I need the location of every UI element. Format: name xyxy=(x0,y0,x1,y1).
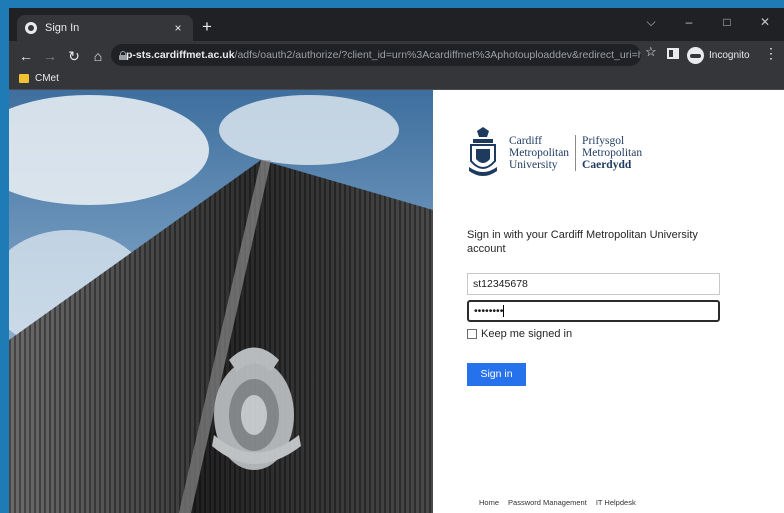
side-panel-icon[interactable] xyxy=(667,48,679,59)
logo-line: University xyxy=(509,159,558,171)
bookmark-label: CMet xyxy=(35,73,59,84)
bookmark-folder-cmet[interactable]: CMet xyxy=(19,73,59,84)
reload-icon[interactable]: ↻ xyxy=(63,45,85,67)
forward-arrow-icon[interactable]: → xyxy=(39,45,61,67)
globe-icon xyxy=(25,22,37,34)
tab-title: Sign In xyxy=(45,22,80,34)
browser-window: Sign In × + ⌵ – □ ✕ ← → ↻ ⌂ p-sts.cardif… xyxy=(9,8,784,513)
password-mask: •••••••• xyxy=(474,305,504,317)
bookmark-star-icon[interactable]: ☆ xyxy=(645,44,657,60)
url-host: p-sts.cardiffmet.ac.uk xyxy=(126,49,235,61)
footer-links: Home Password Management IT Helpdesk xyxy=(479,498,645,507)
logo-line: Metropolitan xyxy=(582,147,643,159)
logo-english: Cardiff Metropolitan University xyxy=(509,135,577,171)
keep-signed-in[interactable]: Keep me signed in xyxy=(467,328,572,340)
university-logo: Cardiff Metropolitan University Prifysgo… xyxy=(467,124,649,182)
checkbox-icon[interactable] xyxy=(467,329,477,339)
sign-in-panel: Cardiff Metropolitan University Prifysgo… xyxy=(433,90,784,513)
tab-strip: Sign In × + ⌵ – □ ✕ xyxy=(9,8,784,41)
page-content: Cardiff Metropolitan University Prifysgo… xyxy=(9,90,784,513)
logo-welsh: Prifysgol Metropolitan Caerdydd xyxy=(576,135,642,171)
minimize-button[interactable]: – xyxy=(670,8,708,38)
tab-sign-in[interactable]: Sign In × xyxy=(17,15,193,41)
building-photo xyxy=(9,90,433,513)
window-controls: ⌵ – □ ✕ xyxy=(632,8,784,38)
incognito-icon xyxy=(687,46,704,64)
sign-in-button[interactable]: Sign in xyxy=(467,363,526,386)
tab-close-icon[interactable]: × xyxy=(171,21,185,35)
university-crest-icon xyxy=(469,127,497,176)
maximize-button[interactable]: □ xyxy=(708,8,746,38)
footer-link-password-management[interactable]: Password Management xyxy=(508,498,587,507)
text-caret xyxy=(503,305,505,318)
footer-link-it-helpdesk[interactable]: IT Helpdesk xyxy=(596,498,636,507)
folder-icon xyxy=(19,74,29,83)
url-path: /adfs/oauth2/authorize/?client_id=urn%3A… xyxy=(234,49,641,61)
username-field[interactable]: st12345678 xyxy=(467,273,720,295)
menu-kebab-icon[interactable]: ⋮ xyxy=(764,45,778,62)
address-bar[interactable]: p-sts.cardiffmet.ac.uk/adfs/oauth2/autho… xyxy=(111,44,641,66)
password-field[interactable]: •••••••• xyxy=(467,300,720,322)
bookmarks-bar: CMet xyxy=(9,70,784,90)
keep-signed-in-label: Keep me signed in xyxy=(481,328,573,340)
tab-search-icon[interactable]: ⌵ xyxy=(632,8,670,38)
logo-line: Metropolitan xyxy=(509,147,570,159)
footer-link-home[interactable]: Home xyxy=(479,498,499,507)
logo-line: Cardiff xyxy=(509,135,543,147)
logo-line: Caerdydd xyxy=(582,159,632,171)
sign-in-intro: Sign in with your Cardiff Metropolitan U… xyxy=(467,229,698,255)
logo-line: Prifysgol xyxy=(582,135,625,147)
new-tab-button[interactable]: + xyxy=(197,17,217,37)
close-window-button[interactable]: ✕ xyxy=(746,8,784,38)
home-icon[interactable]: ⌂ xyxy=(87,45,109,67)
incognito-label: Incognito xyxy=(709,49,750,61)
incognito-indicator[interactable]: Incognito xyxy=(687,44,750,66)
back-arrow-icon[interactable]: ← xyxy=(15,45,37,67)
